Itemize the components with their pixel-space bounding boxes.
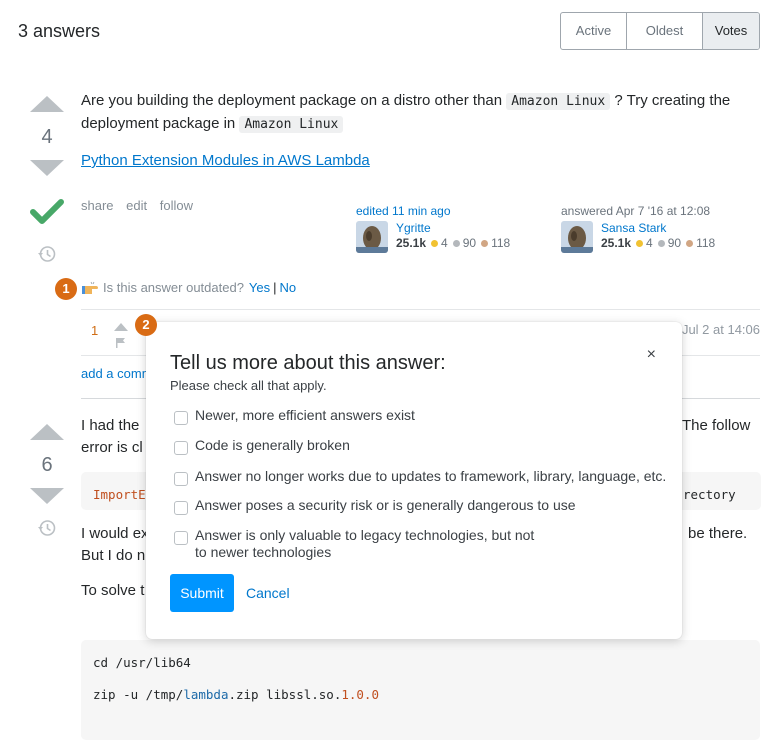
gold-dot-icon xyxy=(431,240,439,247)
answer2-vote-cell: 6 xyxy=(30,424,64,542)
avatar-image xyxy=(356,221,388,253)
marker-badge-1: 1 xyxy=(55,278,77,300)
close-icon[interactable]: × xyxy=(647,346,656,364)
checkbox[interactable] xyxy=(174,411,188,425)
answered-time: answered Apr 7 '16 at 12:08 xyxy=(561,204,711,218)
answer1-vote-cell: 4 xyxy=(30,96,64,268)
answer1-body: Are you building the deployment package … xyxy=(81,90,761,172)
reputation: 25.1k 4 90 118 xyxy=(601,236,716,251)
inline-code: Amazon Linux xyxy=(506,93,611,110)
edited-signature: edited 11 min ago Ygritte 25.1k 4 90 118 xyxy=(356,204,510,253)
inline-code: Amazon Linux xyxy=(239,116,344,133)
upvote-button[interactable] xyxy=(30,96,64,112)
cancel-button[interactable]: Cancel xyxy=(246,585,290,601)
accepted-checkmark-icon xyxy=(30,199,64,224)
bronze-badge: 118 xyxy=(481,236,510,251)
sort-tab-votes[interactable]: Votes xyxy=(703,13,759,49)
outdated-no-link[interactable]: No xyxy=(280,280,297,295)
sort-tab-oldest[interactable]: Oldest xyxy=(627,13,703,49)
gold-badge: 4 xyxy=(431,236,448,251)
downvote-button[interactable] xyxy=(30,160,64,176)
answers-count: 3 answers xyxy=(18,21,101,41)
avatar-image xyxy=(561,221,593,253)
answered-signature: answered Apr 7 '16 at 12:08 Sansa Stark … xyxy=(561,204,715,253)
gold-badge: 4 xyxy=(636,236,653,251)
option-no-longer-works[interactable]: Answer no longer works due to updates to… xyxy=(174,468,666,486)
comment-score: 1 xyxy=(91,323,99,338)
post-menu: share edit follow xyxy=(81,198,202,213)
vote-count: 4 xyxy=(41,126,53,148)
option-newer-answers[interactable]: Newer, more efficient answers exist xyxy=(174,407,415,425)
silver-dot-icon xyxy=(452,240,460,247)
option-legacy-only[interactable]: Answer is only valuable to legacy techno… xyxy=(174,527,544,561)
python-extension-link[interactable]: Python Extension Modules in AWS Lambda xyxy=(81,150,370,172)
edit-link[interactable]: edit xyxy=(126,198,147,213)
upvote-button[interactable] xyxy=(30,424,64,440)
edited-time-link[interactable]: edited 11 min ago xyxy=(356,204,510,218)
checkbox[interactable] xyxy=(174,472,188,486)
submit-button[interactable]: Submit xyxy=(170,574,234,612)
outdated-feedback-popup: Tell us more about this answer: Please c… xyxy=(146,322,682,639)
comment-upvote-icon[interactable] xyxy=(114,323,128,331)
comment-date: Jul 2 at 14:06 xyxy=(681,322,760,337)
history-icon[interactable] xyxy=(37,244,57,264)
option-security-risk[interactable]: Answer poses a security risk or is gener… xyxy=(174,497,576,515)
answers-header: 3 answers Active Oldest Votes xyxy=(18,0,760,60)
follow-link[interactable]: follow xyxy=(160,198,193,213)
avatar[interactable] xyxy=(356,221,388,253)
pointing-hand-icon xyxy=(82,281,98,294)
silver-dot-icon xyxy=(657,240,665,247)
bronze-dot-icon xyxy=(686,240,694,247)
solution-code-block: cd /usr/lib64 zip -u /tmp/lambda.zip lib… xyxy=(81,640,760,740)
share-link[interactable]: share xyxy=(81,198,114,213)
popup-title: Tell us more about this answer: xyxy=(170,352,446,374)
downvote-button[interactable] xyxy=(30,488,64,504)
outdated-prompt: Is this answer outdated? Yes | No xyxy=(82,280,296,295)
sort-tabs: Active Oldest Votes xyxy=(560,12,760,50)
popup-subtitle: Please check all that apply. xyxy=(170,378,327,393)
sort-tab-active[interactable]: Active xyxy=(561,13,627,49)
silver-badge: 90 xyxy=(657,236,681,251)
bronze-badge: 118 xyxy=(686,236,715,251)
flag-icon[interactable] xyxy=(116,338,125,348)
marker-badge-2: 2 xyxy=(135,314,157,336)
outdated-yes-link[interactable]: Yes xyxy=(249,280,270,295)
silver-badge: 90 xyxy=(452,236,476,251)
reputation: 25.1k 4 90 118 xyxy=(396,236,511,251)
bronze-dot-icon xyxy=(481,240,489,247)
checkbox[interactable] xyxy=(174,501,188,515)
history-icon[interactable] xyxy=(37,518,57,538)
avatar[interactable] xyxy=(561,221,593,253)
option-code-broken[interactable]: Code is generally broken xyxy=(174,437,350,455)
checkbox[interactable] xyxy=(174,531,188,545)
user-name-link[interactable]: Sansa Stark xyxy=(601,221,715,236)
vote-count: 6 xyxy=(41,454,53,476)
checkbox[interactable] xyxy=(174,441,188,455)
user-name-link[interactable]: Ygritte xyxy=(396,221,510,236)
gold-dot-icon xyxy=(636,240,644,247)
